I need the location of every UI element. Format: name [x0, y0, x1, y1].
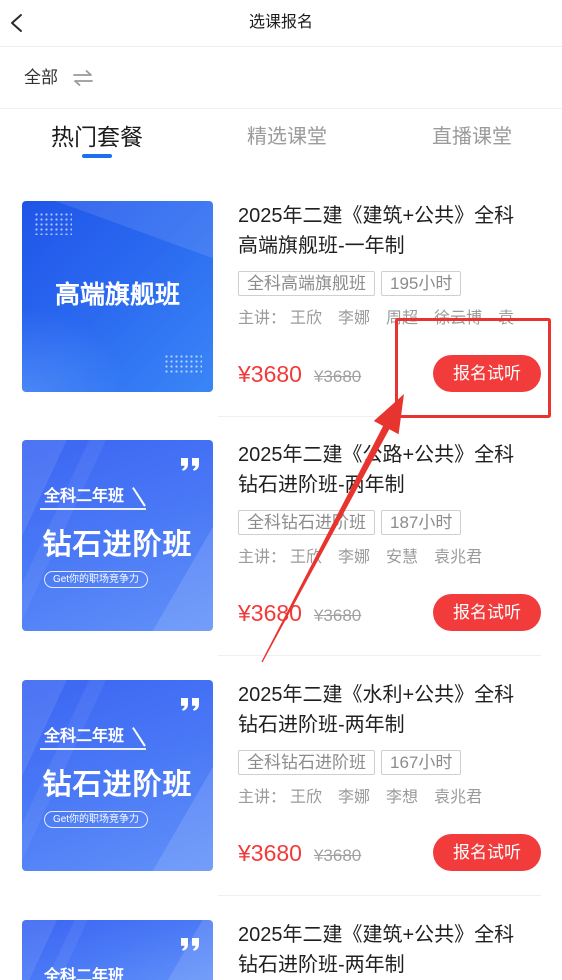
original-price: ¥3680: [313, 606, 362, 625]
price-row: ¥3680 ¥3680: [238, 834, 361, 872]
course-card[interactable]: 全科二年班 2025年二建《建筑+公共》全科 钻石进阶班-两年制: [0, 920, 562, 980]
filter-label[interactable]: 全部: [24, 47, 58, 108]
badge-underline: [40, 748, 146, 750]
swap-icon[interactable]: [72, 69, 94, 87]
teacher-name: 徐云博: [434, 310, 483, 327]
enroll-trial-button[interactable]: 报名试听: [433, 355, 541, 392]
course-title-line-1[interactable]: 2025年二建《水利+公共》全科: [238, 680, 548, 710]
dot-pattern: [164, 354, 202, 374]
teacher-name: 袁兆君: [434, 789, 483, 806]
tag-hours: 195小时: [381, 271, 462, 296]
tab-active-indicator: [82, 154, 112, 158]
course-card[interactable]: 高端旗舰班 2025年二建《建筑+公共》全科 高端旗舰班-一年制 全科高端旗舰班…: [0, 201, 562, 441]
thumbnail-slogan: Get你的职场竞争力: [44, 811, 148, 828]
tag-hours: 167小时: [381, 750, 462, 775]
enroll-trial-button[interactable]: 报名试听: [433, 594, 541, 631]
course-title-line-1[interactable]: 2025年二建《公路+公共》全科: [238, 440, 548, 470]
course-title-line-2[interactable]: 高端旗舰班-一年制: [238, 231, 548, 261]
course-thumbnail[interactable]: 高端旗舰班: [22, 201, 213, 392]
tab-featured-classes[interactable]: 精选课堂: [232, 109, 342, 165]
teacher-name: 王欣: [290, 310, 323, 327]
course-thumbnail[interactable]: 全科二年班: [22, 920, 213, 980]
teacher-name: 李娜: [338, 789, 371, 806]
course-title-line-2[interactable]: 钻石进阶班-两年制: [238, 950, 548, 980]
course-title-line-2[interactable]: 钻石进阶班-两年制: [238, 710, 548, 740]
current-price: ¥3680: [238, 600, 302, 626]
quote-icon: [181, 458, 199, 471]
price-row: ¥3680 ¥3680: [238, 594, 361, 632]
badge-underline: [40, 508, 146, 510]
tag-class-type: 全科钻石进阶班: [238, 750, 375, 775]
current-price: ¥3680: [238, 361, 302, 387]
price-row: ¥3680 ¥3680: [238, 355, 361, 393]
original-price: ¥3680: [313, 846, 362, 865]
enroll-trial-button[interactable]: 报名试听: [433, 834, 541, 871]
course-title-line-1[interactable]: 2025年二建《建筑+公共》全科: [238, 201, 548, 231]
thumbnail-title: 钻石进阶班: [42, 769, 193, 801]
teacher-name: 李娜: [338, 310, 371, 327]
teacher-name: 袁兆君: [434, 549, 483, 566]
course-tags: 全科钻石进阶班 167小时: [238, 750, 462, 775]
divider: [218, 895, 541, 896]
teacher-name: 安慧: [386, 549, 419, 566]
filter-bar[interactable]: 全部: [0, 47, 562, 109]
teacher-name: 李娜: [338, 549, 371, 566]
teachers-row: 主讲： 王欣 李娜 安慧 袁兆君: [238, 546, 519, 570]
course-title-line-2[interactable]: 钻石进阶班-两年制: [238, 470, 548, 500]
teachers-row: 主讲： 王欣 李娜 周超 徐云博 袁: [238, 307, 519, 331]
course-card[interactable]: 全科二年班 钻石进阶班 Get你的职场竞争力 2025年二建《公路+公共》全科 …: [0, 440, 562, 680]
page-title: 选课报名: [248, 14, 313, 31]
teacher-name: 李想: [386, 789, 419, 806]
teachers-label: 主讲：: [238, 310, 287, 327]
teacher-name: 王欣: [290, 549, 323, 566]
thumbnail-slogan: Get你的职场竞争力: [44, 571, 148, 588]
badge-slash: [132, 487, 146, 507]
course-thumbnail[interactable]: 全科二年班 钻石进阶班 Get你的职场竞争力: [22, 680, 213, 871]
current-price: ¥3680: [238, 840, 302, 866]
thumbnail-badge: 全科二年班: [44, 728, 125, 745]
original-price: ¥3680: [313, 367, 362, 386]
course-tags: 全科钻石进阶班 187小时: [238, 510, 462, 535]
divider: [218, 655, 541, 656]
tab-bar: 热门套餐 精选课堂 直播课堂: [0, 109, 562, 165]
top-bar: 选课报名: [0, 0, 562, 47]
course-card[interactable]: 全科二年班 钻石进阶班 Get你的职场竞争力 2025年二建《水利+公共》全科 …: [0, 680, 562, 920]
teacher-name: 王欣: [290, 789, 323, 806]
teachers-row: 主讲： 王欣 李娜 李想 袁兆君: [238, 786, 519, 810]
thumbnail-badge: 全科二年班: [44, 968, 125, 980]
tag-hours: 187小时: [381, 510, 462, 535]
back-chevron-icon[interactable]: [5, 11, 29, 35]
teachers-label: 主讲：: [238, 789, 287, 806]
teachers-label: 主讲：: [238, 549, 287, 566]
thumbnail-title: 钻石进阶班: [42, 529, 193, 561]
teacher-name: 周超: [386, 310, 419, 327]
course-tags: 全科高端旗舰班 195小时: [238, 271, 462, 296]
thumbnail-badge: 全科二年班: [44, 488, 125, 505]
thumbnail-title: 高端旗舰班: [54, 281, 180, 309]
teacher-name: 袁: [498, 310, 515, 327]
tag-class-type: 全科钻石进阶班: [238, 510, 375, 535]
quote-icon: [181, 698, 199, 711]
divider: [218, 416, 541, 417]
tag-class-type: 全科高端旗舰班: [238, 271, 375, 296]
course-thumbnail[interactable]: 全科二年班 钻石进阶班 Get你的职场竞争力: [22, 440, 213, 631]
dot-pattern: [34, 212, 72, 235]
badge-slash: [132, 727, 146, 747]
quote-icon: [181, 938, 199, 951]
tab-live-classes[interactable]: 直播课堂: [417, 109, 527, 165]
course-title-line-1[interactable]: 2025年二建《建筑+公共》全科: [238, 920, 548, 950]
